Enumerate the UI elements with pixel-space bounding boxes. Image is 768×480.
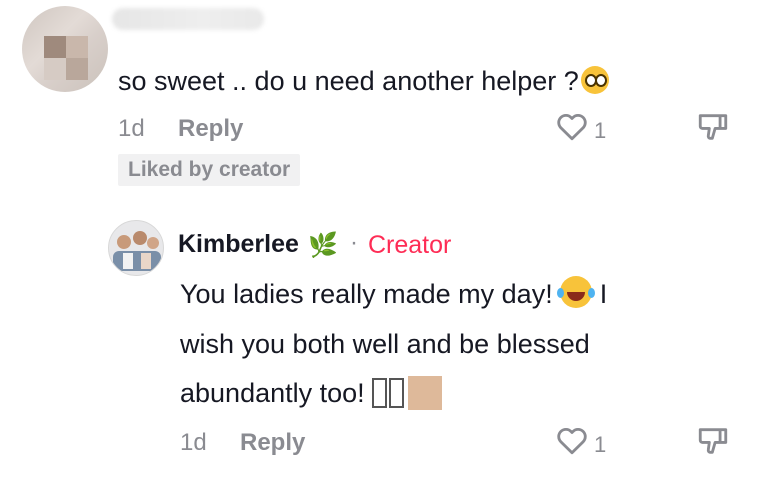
name-separator: · (350, 229, 358, 256)
leaf-emoji-icon: 🌿 (308, 232, 338, 259)
reply-timestamp: 1d (180, 429, 207, 456)
heart-outline-icon (557, 427, 587, 455)
missing-glyph-box (372, 378, 388, 408)
comment-timestamp: 1d (118, 115, 145, 142)
comment-text: so sweet .. do u need another helper ? (118, 57, 609, 105)
liked-by-creator-badge: Liked by creator (118, 154, 301, 186)
reply-dislike-button[interactable] (696, 424, 730, 458)
reply-like-button[interactable] (555, 424, 589, 458)
reply-reply-button[interactable]: Reply (240, 429, 305, 457)
comment-dislike-button[interactable] (696, 110, 730, 144)
thumbs-down-icon (698, 428, 728, 454)
reply-text-line-3: abundantly too! (180, 369, 443, 417)
reply-line-1: You ladies really made my day! (180, 279, 553, 309)
creator-tag: Creator (368, 231, 452, 259)
face-with-tears-of-joy-icon (557, 276, 593, 308)
reply-like-count: 1 (594, 432, 607, 457)
reply-text-line-1: You ladies really made my day! I (180, 270, 607, 318)
skin-tone-modifier-icon (408, 376, 443, 410)
reply-text-line-2: wish you both well and be blessed (180, 329, 590, 359)
thumbs-down-icon (698, 114, 728, 140)
commenter-avatar-blurred[interactable] (22, 6, 108, 92)
commenter-name-blurred[interactable] (112, 8, 264, 30)
heart-outline-icon (557, 113, 587, 141)
comment-body: so sweet .. do u need another helper ? (118, 66, 579, 96)
comment-like-button[interactable] (555, 110, 589, 144)
creator-name[interactable]: Kimberlee (178, 230, 299, 259)
missing-glyph-box (389, 378, 405, 408)
creator-avatar[interactable] (108, 220, 164, 276)
comment-reply-button[interactable]: Reply (178, 115, 243, 143)
pleading-face-icon (580, 66, 609, 94)
reply-line-1-tail: I (599, 279, 608, 309)
reply-line-3: abundantly too! (180, 378, 365, 408)
comment-like-count: 1 (594, 118, 607, 143)
